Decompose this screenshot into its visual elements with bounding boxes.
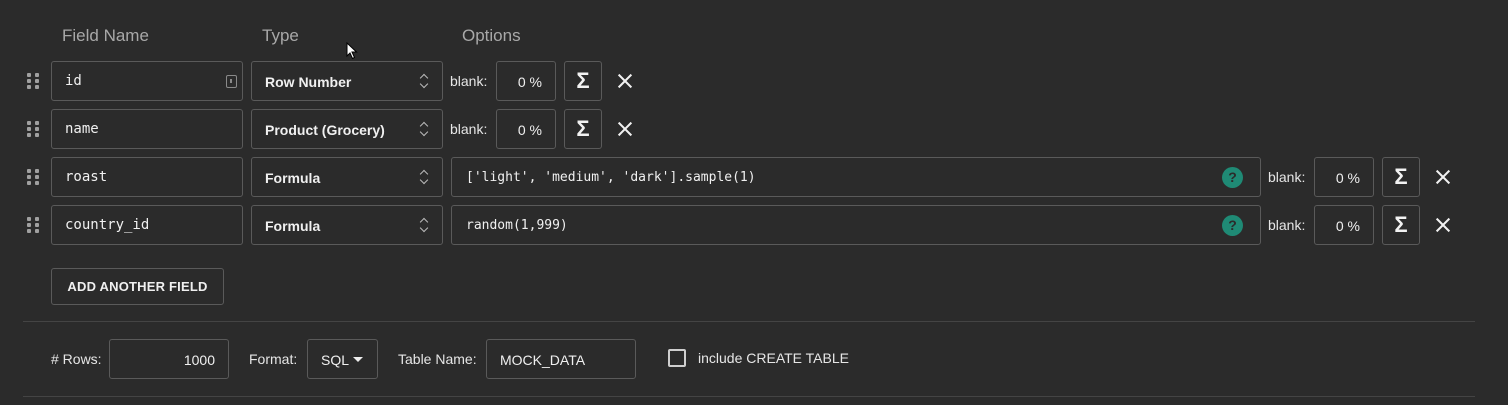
field-type-value: Row Number (265, 74, 352, 90)
format-value: SQL (321, 352, 350, 368)
field-type-select[interactable]: Formula (251, 205, 443, 245)
field-name-input[interactable]: roast (51, 157, 243, 197)
blank-percent-input[interactable]: 0 % (1314, 157, 1374, 197)
sigma-button[interactable]: Σ (1382, 157, 1420, 197)
close-icon[interactable] (615, 71, 635, 91)
sigma-icon: Σ (576, 68, 590, 93)
blank-percent-value: 0 % (1335, 170, 1360, 186)
divider (23, 396, 1475, 397)
blank-label: blank: (1268, 217, 1306, 233)
blank-label: blank: (450, 73, 488, 89)
chevron-updown-icon (419, 72, 429, 90)
close-icon[interactable] (1433, 167, 1453, 187)
formula-value: random(1,999) (466, 218, 568, 233)
table-name-label: Table Name: (398, 351, 477, 367)
chevron-updown-icon (419, 120, 429, 138)
close-icon[interactable] (1433, 215, 1453, 235)
blank-percent-value: 0 % (517, 74, 542, 90)
field-name-input[interactable]: name (51, 109, 243, 149)
field-type-value: Product (Grocery) (265, 122, 385, 138)
header-field-name: Field Name (62, 26, 149, 45)
drag-handle-icon[interactable] (27, 73, 41, 89)
sigma-button[interactable]: Σ (564, 61, 602, 101)
create-table-label: include CREATE TABLE (698, 350, 849, 366)
mouse-cursor-icon (346, 42, 358, 60)
add-another-field-button[interactable]: ADD ANOTHER FIELD (51, 268, 224, 305)
table-name-input[interactable]: MOCK_DATA (486, 339, 636, 379)
formula-input[interactable]: random(1,999) ? (451, 205, 1261, 245)
sigma-icon: Σ (1394, 212, 1408, 237)
field-name-value: roast (65, 169, 108, 185)
field-type-select[interactable]: Product (Grocery) (251, 109, 443, 149)
sigma-icon: Σ (1394, 164, 1408, 189)
help-icon[interactable]: ? (1222, 167, 1243, 188)
field-name-value: name (65, 121, 99, 137)
sigma-button[interactable]: Σ (564, 109, 602, 149)
blank-percent-input[interactable]: 0 % (496, 109, 556, 149)
field-name-input[interactable]: country_id (51, 205, 243, 245)
sigma-icon: Σ (576, 116, 590, 141)
blank-label: blank: (450, 121, 488, 137)
rows-label: # Rows: (51, 351, 102, 367)
drag-handle-icon[interactable] (27, 217, 41, 233)
blank-percent-input[interactable]: 0 % (1314, 205, 1374, 245)
blank-percent-value: 0 % (517, 122, 542, 138)
field-type-select[interactable]: Formula (251, 157, 443, 197)
field-name-value: country_id (65, 217, 150, 233)
sigma-button[interactable]: Σ (1382, 205, 1420, 245)
header-type: Type (262, 26, 299, 45)
formula-value: ['light', 'medium', 'dark'].sample(1) (466, 170, 756, 185)
field-name-input[interactable]: id (51, 61, 243, 101)
create-table-checkbox[interactable] (668, 349, 686, 367)
divider (23, 321, 1475, 322)
blank-percent-value: 0 % (1335, 218, 1360, 234)
field-type-value: Formula (265, 218, 321, 234)
help-icon[interactable]: ? (1222, 215, 1243, 236)
blank-label: blank: (1268, 169, 1306, 185)
format-select[interactable]: SQL (307, 339, 378, 379)
field-type-select[interactable]: Row Number (251, 61, 443, 101)
field-name-value: id (65, 73, 82, 89)
blank-percent-input[interactable]: 0 % (496, 61, 556, 101)
key-icon (226, 75, 237, 88)
table-name-value: MOCK_DATA (500, 352, 586, 368)
drag-handle-icon[interactable] (27, 169, 41, 185)
caret-down-icon (353, 357, 363, 362)
field-type-value: Formula (265, 170, 321, 186)
format-label: Format: (249, 351, 298, 367)
rows-input[interactable]: 1000 (109, 339, 229, 379)
drag-handle-icon[interactable] (27, 121, 41, 137)
rows-value: 1000 (183, 352, 215, 368)
formula-input[interactable]: ['light', 'medium', 'dark'].sample(1) ? (451, 157, 1261, 197)
header-options: Options (462, 26, 521, 45)
close-icon[interactable] (615, 119, 635, 139)
chevron-updown-icon (419, 168, 429, 186)
chevron-updown-icon (419, 216, 429, 234)
